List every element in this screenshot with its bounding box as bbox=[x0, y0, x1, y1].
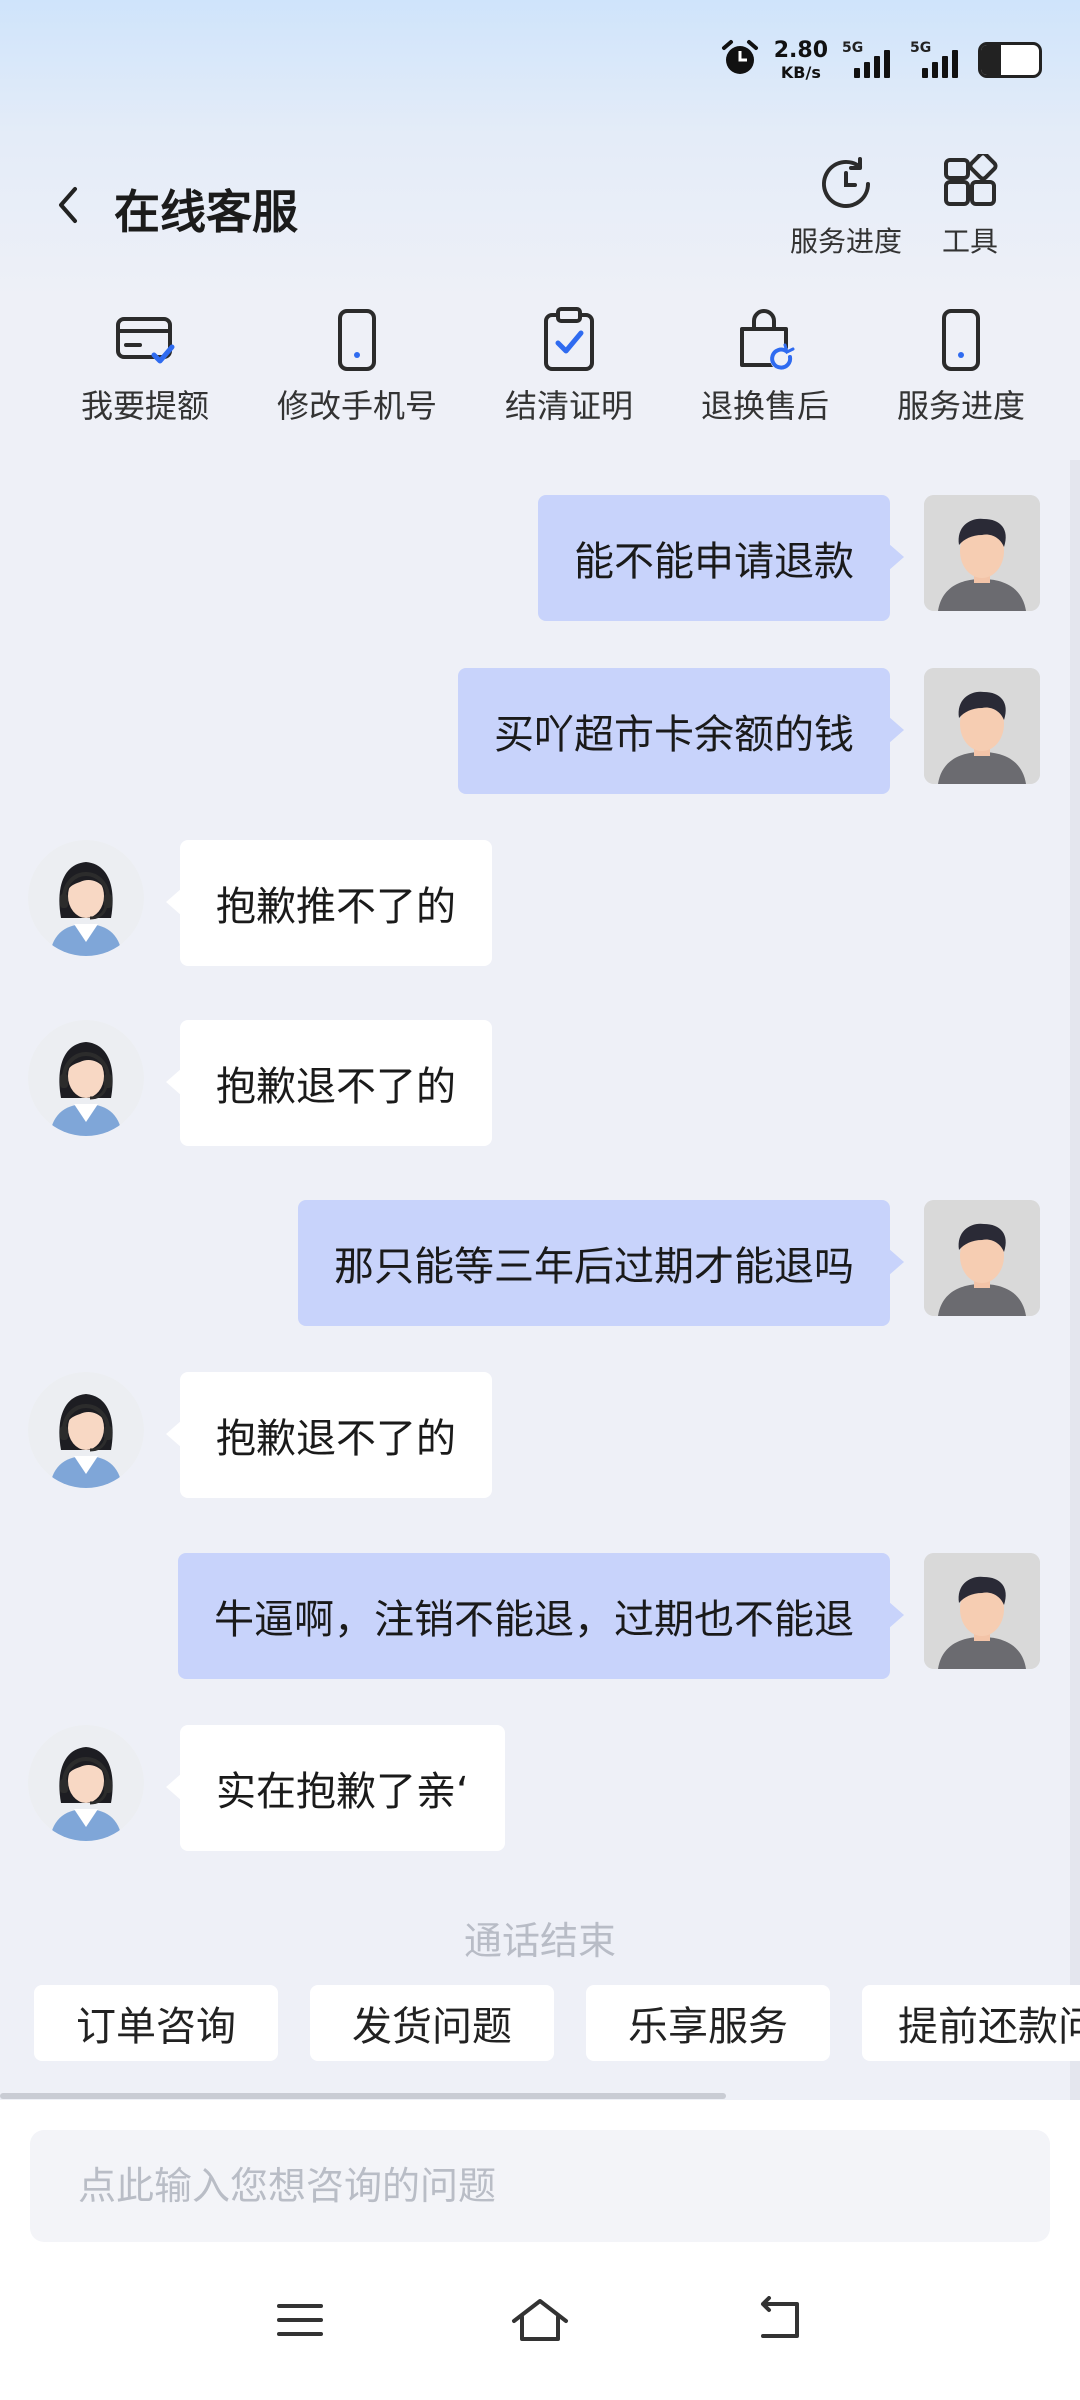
shortcut-label: 修改手机号 bbox=[276, 387, 437, 425]
agent-message-bubble[interactable]: 实在抱歉了亲‘ bbox=[166, 1725, 505, 1851]
back-nav-button[interactable] bbox=[740, 2290, 820, 2350]
shortcut-label: 我要提额 bbox=[80, 387, 209, 425]
grid-tools-icon bbox=[944, 154, 998, 206]
user-avatar[interactable] bbox=[924, 1553, 1040, 1669]
user-message-bubble[interactable]: 那只能等三年后过期才能退吗 bbox=[298, 1200, 904, 1326]
back-arrow-icon bbox=[761, 2296, 799, 2338]
user-message-bubble[interactable]: 能不能申请退款 bbox=[538, 495, 904, 621]
chip-order-inquiry[interactable]: 订单咨询 bbox=[34, 1985, 278, 2061]
agent-avatar[interactable] bbox=[28, 1725, 144, 1841]
back-button[interactable] bbox=[48, 180, 88, 230]
agent-message-bubble[interactable]: 抱歉推不了的 bbox=[166, 840, 492, 966]
menu-icon bbox=[277, 2304, 323, 2336]
shortcut-credit-increase[interactable]: 我要提额 bbox=[50, 305, 240, 427]
chip-early-repayment[interactable]: 提前还款问题 bbox=[862, 1985, 1080, 2061]
tools-button[interactable]: 工具 bbox=[940, 154, 1000, 260]
shortcut-row: 我要提额 修改手机号 结清证明 退换售后 服务进度 bbox=[0, 305, 1080, 435]
quick-reply-chips: 订单咨询 发货问题 乐享服务 提前还款问题 bbox=[0, 1985, 1080, 2065]
clipboard-check-icon bbox=[544, 307, 594, 371]
shortcut-label: 结清证明 bbox=[504, 387, 633, 425]
bag-refresh-icon bbox=[740, 309, 795, 371]
page-title: 在线客服 bbox=[114, 185, 298, 239]
user-message-bubble[interactable]: 牛逼啊，注销不能退，过期也不能退 bbox=[178, 1553, 904, 1679]
signal-type-label: 5G bbox=[910, 40, 932, 56]
card-check-icon bbox=[116, 317, 175, 364]
chevron-left-icon bbox=[59, 187, 77, 223]
battery-level bbox=[981, 45, 1002, 75]
user-message-bubble[interactable]: 买吖超市卡余额的钱 bbox=[458, 668, 904, 794]
user-avatar[interactable] bbox=[924, 668, 1040, 784]
agent-avatar[interactable] bbox=[28, 840, 144, 956]
phone-icon bbox=[942, 309, 980, 371]
system-nav-bar bbox=[0, 2190, 1080, 2380]
agent-message-bubble[interactable]: 抱歉退不了的 bbox=[166, 1020, 492, 1146]
home-icon bbox=[512, 2299, 568, 2341]
network-speed-value: 2.80 bbox=[773, 37, 828, 63]
alarm-icon bbox=[720, 38, 760, 82]
call-ended-note: 通话结束 bbox=[463, 1919, 616, 1963]
menu-nav-button[interactable] bbox=[260, 2290, 340, 2350]
app-header: 在线客服 服务进度 工具 bbox=[0, 150, 1080, 260]
user-avatar[interactable] bbox=[924, 495, 1040, 611]
history-clock-icon bbox=[822, 157, 870, 208]
agent-avatar[interactable] bbox=[28, 1372, 144, 1488]
shortcut-return-exchange[interactable]: 退换售后 bbox=[670, 305, 860, 427]
chip-shipping-issue[interactable]: 发货问题 bbox=[310, 1985, 554, 2061]
shortcut-label: 退换售后 bbox=[700, 387, 829, 425]
service-progress-label: 服务进度 bbox=[790, 225, 903, 258]
home-nav-button[interactable] bbox=[500, 2290, 580, 2350]
signal-icon: 5G bbox=[842, 40, 896, 78]
chip-enjoy-service[interactable]: 乐享服务 bbox=[586, 1985, 830, 2061]
shortcut-change-phone[interactable]: 修改手机号 bbox=[262, 305, 452, 427]
shortcut-settlement-proof[interactable]: 结清证明 bbox=[474, 305, 664, 427]
service-progress-button[interactable]: 服务进度 bbox=[790, 154, 902, 260]
network-speed: 2.80 KB/s bbox=[773, 37, 828, 82]
chips-scroll-indicator bbox=[0, 2093, 726, 2099]
user-avatar[interactable] bbox=[924, 1200, 1040, 1316]
phone-icon bbox=[338, 309, 376, 371]
shortcut-label: 服务进度 bbox=[896, 387, 1025, 425]
tools-label: 工具 bbox=[941, 225, 998, 258]
network-speed-unit: KB/s bbox=[780, 62, 821, 82]
status-bar: 2.80 KB/s 5G 5G bbox=[720, 34, 1042, 86]
agent-avatar[interactable] bbox=[28, 1020, 144, 1136]
signal-type-label: 5G bbox=[842, 40, 864, 56]
signal-icon: 5G bbox=[910, 40, 964, 78]
agent-message-bubble[interactable]: 抱歉退不了的 bbox=[166, 1372, 492, 1498]
shortcut-service-progress[interactable]: 服务进度 bbox=[866, 305, 1056, 427]
battery-icon bbox=[978, 42, 1042, 78]
chat-scrollbar[interactable] bbox=[1070, 460, 1080, 2100]
